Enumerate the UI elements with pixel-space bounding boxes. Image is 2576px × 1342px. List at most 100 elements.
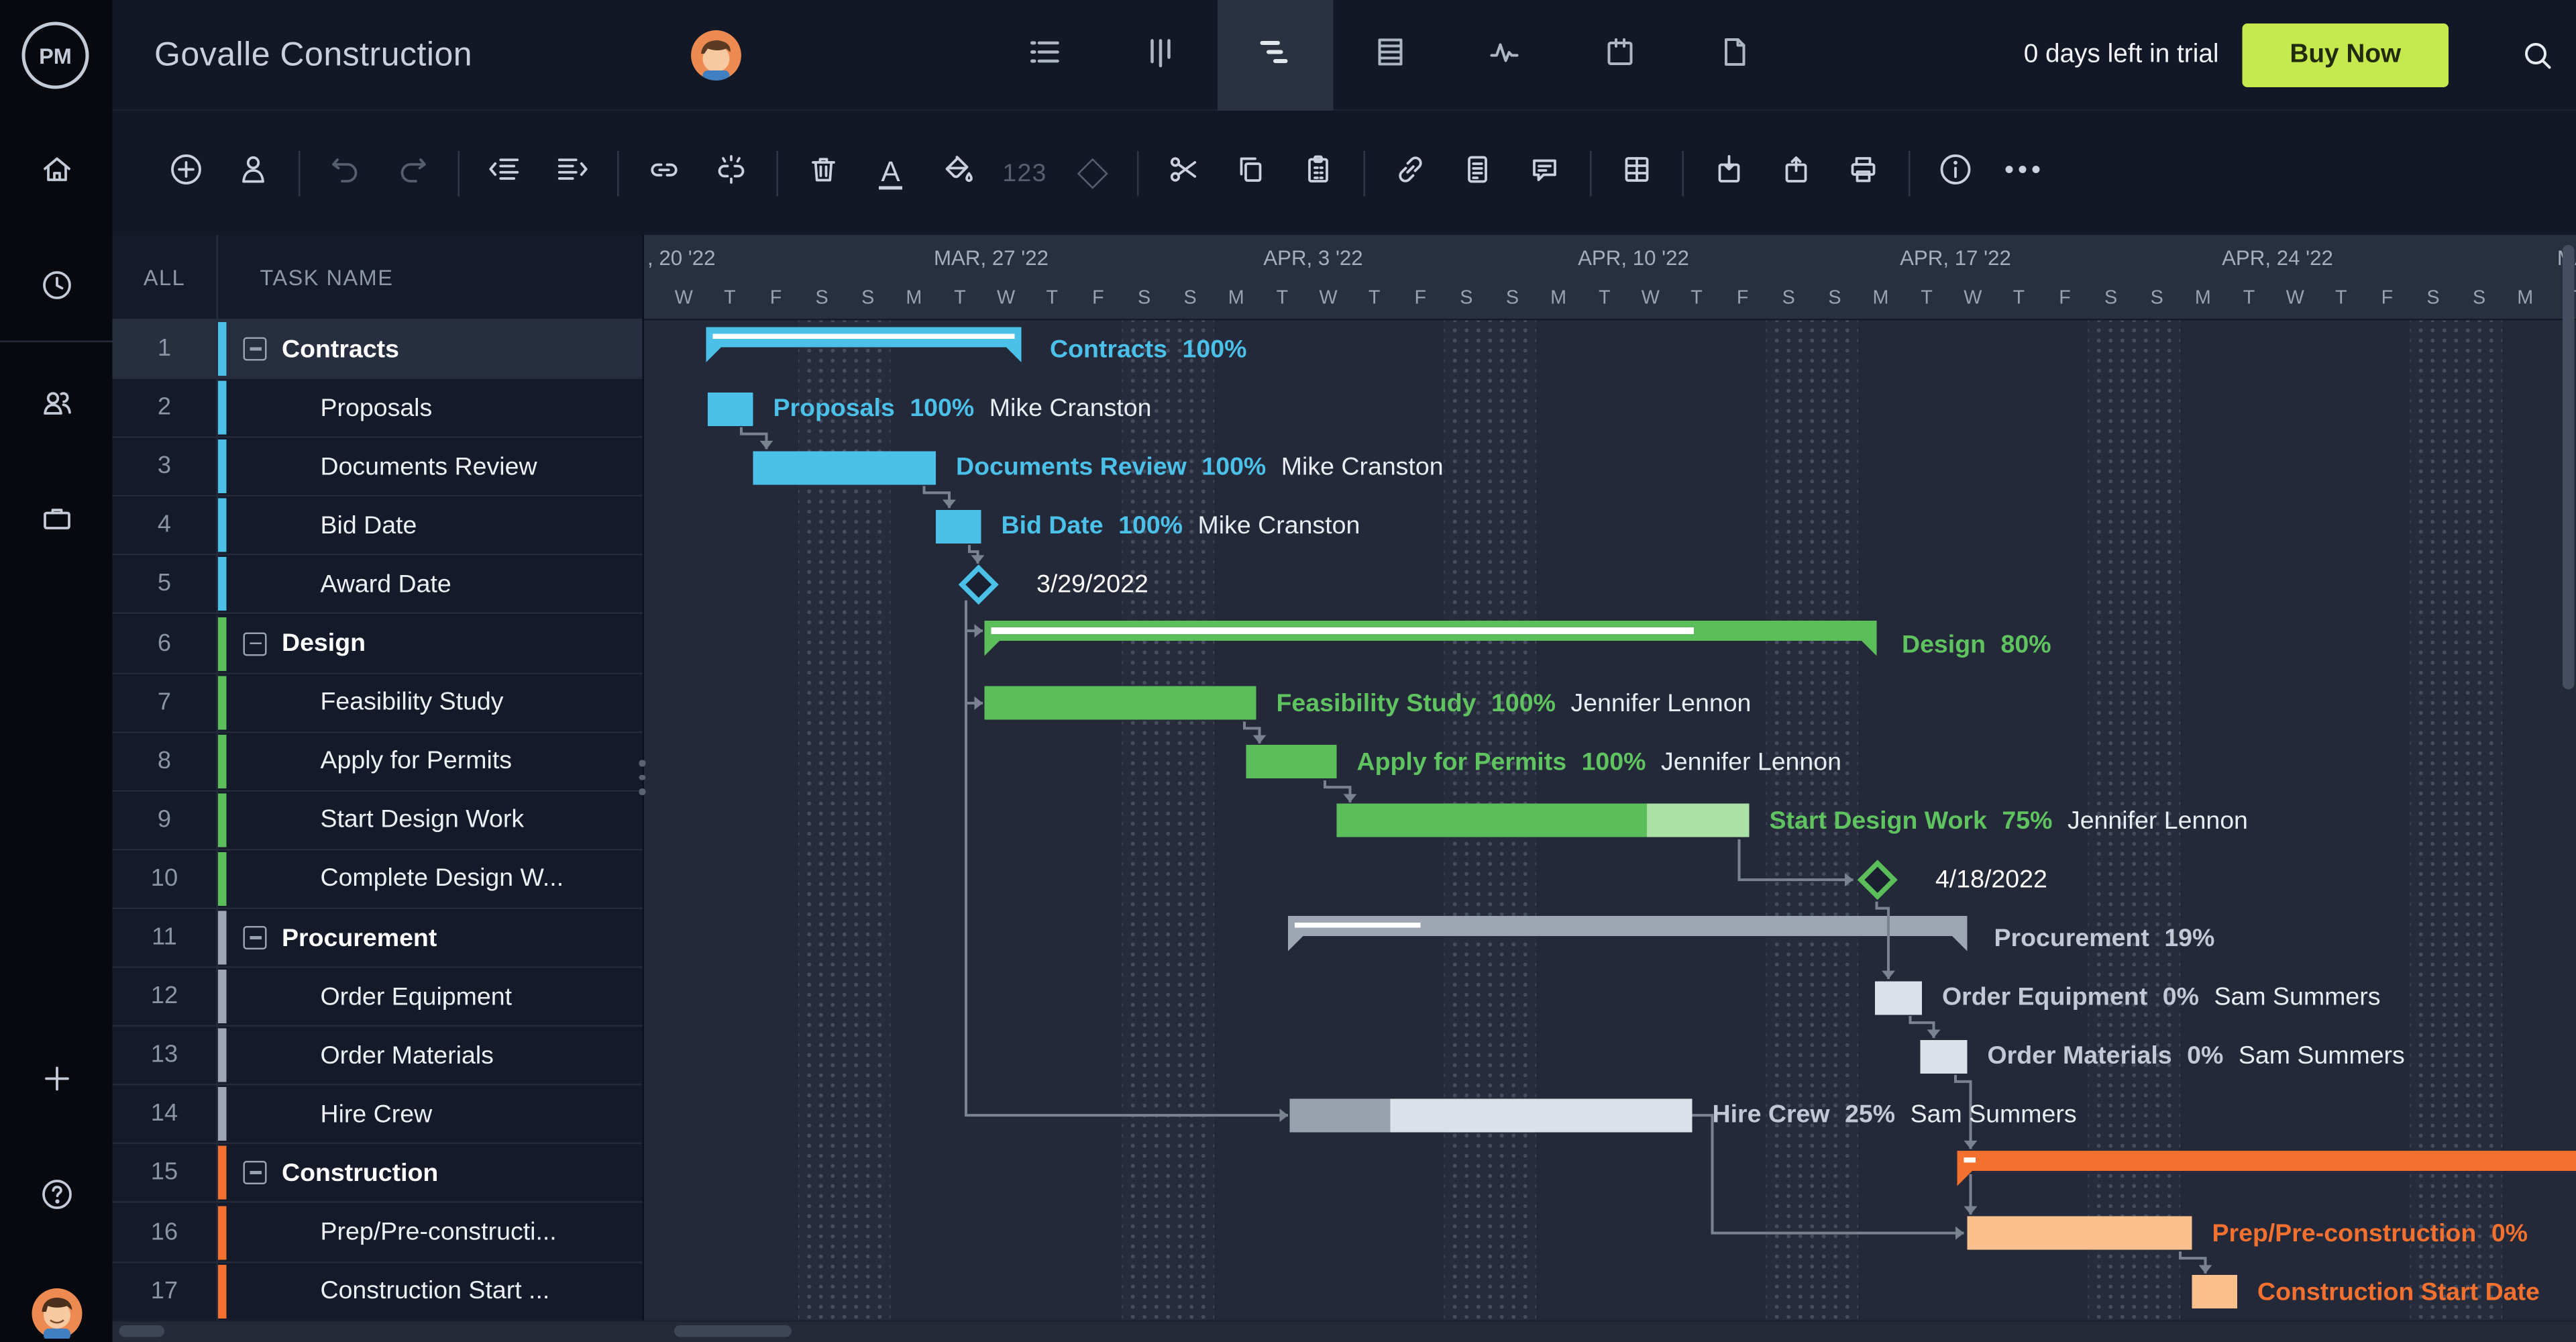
table-row-11[interactable]: 11Procurement: [113, 909, 643, 968]
table-row-9[interactable]: 9Start Design Work: [113, 791, 643, 850]
redo-button[interactable]: [379, 146, 446, 200]
table-row-6[interactable]: 6Design: [113, 615, 643, 674]
unlink-tasks-button[interactable]: [698, 146, 765, 200]
collapse-icon[interactable]: [244, 1162, 267, 1185]
numbers-button[interactable]: 123: [991, 146, 1059, 200]
gantt-horizontal-scrollbar[interactable]: [674, 1325, 792, 1337]
summary-bar-design[interactable]: [985, 621, 1877, 641]
table-row-16[interactable]: 16Prep/Pre-constructi...: [113, 1204, 643, 1263]
table-row-2[interactable]: 2Proposals: [113, 379, 643, 438]
timeline-day-label: S: [845, 278, 891, 319]
table-row-7[interactable]: 7Feasibility Study: [113, 674, 643, 733]
pm-logo[interactable]: PM: [22, 22, 89, 89]
tab-list-view[interactable]: [988, 0, 1103, 111]
summary-bar-contracts[interactable]: [706, 326, 1022, 346]
notes-button[interactable]: [1444, 146, 1511, 200]
sidebar-item-home[interactable]: [0, 144, 113, 201]
tab-sheet-view[interactable]: [1332, 0, 1447, 111]
columns-button[interactable]: [1603, 146, 1670, 200]
summary-bar-construction[interactable]: [1957, 1151, 2576, 1171]
sidebar-item-plus[interactable]: [0, 1053, 113, 1111]
project-title[interactable]: Govalle Construction: [154, 0, 472, 111]
add-task-button[interactable]: [153, 146, 220, 200]
attachment-button[interactable]: [1377, 146, 1444, 200]
table-row-4[interactable]: 4Bid Date: [113, 497, 643, 556]
task-bar-feasibility-study[interactable]: [985, 686, 1256, 720]
timeline-day-label: T: [1029, 278, 1075, 319]
table-row-3[interactable]: 3Documents Review: [113, 438, 643, 497]
more-button[interactable]: [1989, 146, 2056, 200]
paste-button[interactable]: [1285, 146, 1352, 200]
task-bar-prep-pre-construction[interactable]: [1968, 1217, 2192, 1250]
table-row-5[interactable]: 5Award Date: [113, 556, 643, 615]
task-bar-construction-start-date[interactable]: [2192, 1275, 2238, 1308]
collapse-icon[interactable]: [244, 338, 267, 361]
sidebar-item-team[interactable]: [0, 378, 113, 435]
indent-icon: [553, 150, 590, 196]
print-button[interactable]: [1830, 146, 1897, 200]
table-row-15[interactable]: 15Construction: [113, 1145, 643, 1204]
milestone-button[interactable]: [1059, 146, 1126, 200]
tab-activity-view[interactable]: [1448, 0, 1562, 111]
sidebar-item-avatar[interactable]: [0, 1285, 113, 1342]
tab-calendar-view[interactable]: [1562, 0, 1677, 111]
row-number: 2: [113, 379, 219, 436]
sidebar-item-portfolio[interactable]: [0, 493, 113, 550]
table-row-17[interactable]: 17Construction Start ...: [113, 1262, 643, 1320]
tab-board-view[interactable]: [1103, 0, 1218, 111]
sidebar-item-help[interactable]: [0, 1170, 113, 1227]
import-button[interactable]: [1696, 146, 1763, 200]
task-bar-documents-review[interactable]: [753, 451, 936, 484]
sidebar-item-clock[interactable]: [0, 260, 113, 317]
table-gantt-splitter[interactable]: [636, 235, 649, 1321]
link-tasks-button[interactable]: [631, 146, 698, 200]
table-row-12[interactable]: 12Order Equipment: [113, 968, 643, 1027]
toolbar-separator: [777, 150, 779, 196]
cut-button[interactable]: [1150, 146, 1218, 200]
table-row-1[interactable]: 1Contracts: [113, 321, 643, 380]
tab-docs-view[interactable]: [1677, 0, 1792, 111]
text-color-button[interactable]: A: [857, 146, 924, 200]
collapse-icon[interactable]: [244, 926, 267, 949]
delete-button[interactable]: [790, 146, 857, 200]
collapse-icon[interactable]: [244, 631, 267, 655]
task-bar-apply-for-permits[interactable]: [1246, 745, 1337, 779]
project-owner-avatar[interactable]: [691, 30, 741, 81]
comment-button[interactable]: [1511, 146, 1578, 200]
vertical-scrollbar[interactable]: [2563, 245, 2575, 690]
export-button[interactable]: [1763, 146, 1830, 200]
columns-icon: [1619, 150, 1656, 196]
link-tasks-icon: [646, 150, 683, 196]
fill-color-button[interactable]: [924, 146, 991, 200]
outdent-button[interactable]: [472, 146, 539, 200]
indent-button[interactable]: [539, 146, 606, 200]
table-row-13[interactable]: 13Order Materials: [113, 1027, 643, 1086]
milestone-award-date[interactable]: [957, 565, 998, 605]
column-header-all[interactable]: ALL: [113, 235, 219, 321]
summary-bar-procurement[interactable]: [1288, 915, 1968, 935]
task-bar-proposals[interactable]: [708, 392, 753, 425]
summary-progress: [713, 333, 1015, 339]
milestone-complete-design-work[interactable]: [1856, 860, 1896, 900]
task-bar-order-materials[interactable]: [1921, 1039, 1968, 1073]
table-row-8[interactable]: 8Apply for Permits: [113, 733, 643, 792]
undo-button[interactable]: [312, 146, 379, 200]
buy-now-button[interactable]: Buy Now: [2243, 23, 2449, 87]
column-header-task-name[interactable]: TASK NAME: [218, 235, 643, 321]
task-bar-start-design-work[interactable]: [1337, 804, 1750, 837]
table-horizontal-scrollbar[interactable]: [119, 1325, 165, 1337]
info-button[interactable]: [1922, 146, 1989, 200]
copy-button[interactable]: [1218, 146, 1285, 200]
assign-user-button[interactable]: [220, 146, 287, 200]
home-icon: [38, 150, 74, 196]
table-row-10[interactable]: 10Complete Design W...: [113, 850, 643, 909]
timeline-day-label: M: [1213, 278, 1259, 319]
task-bar-bid-date[interactable]: [936, 510, 981, 544]
table-row-14[interactable]: 14Hire Crew: [113, 1086, 643, 1145]
search-button[interactable]: [2509, 27, 2566, 84]
tab-gantt-view[interactable]: [1218, 0, 1332, 111]
task-bar-hire-crew[interactable]: [1290, 1098, 1693, 1132]
bar-label-complete-design-work: 4/18/2022: [1935, 863, 2062, 896]
bar-label-documents-review: Documents Review100%Mike Cranston: [956, 451, 1444, 484]
task-bar-order-equipment[interactable]: [1875, 981, 1922, 1015]
